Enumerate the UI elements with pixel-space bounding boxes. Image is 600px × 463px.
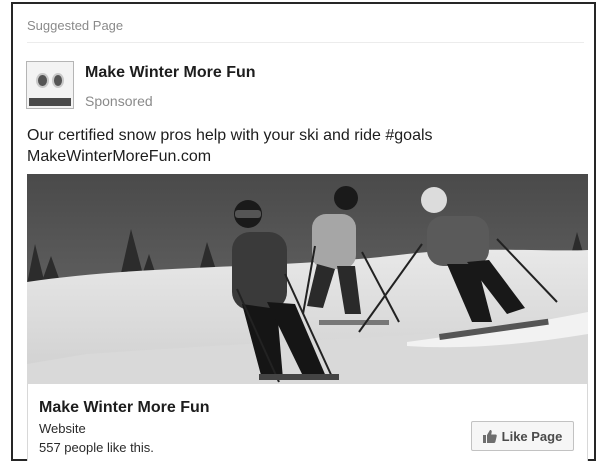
logo-icon <box>36 69 64 91</box>
thumbs-up-icon <box>482 429 497 443</box>
footer-page-type: Website <box>39 421 86 436</box>
suggested-page-label: Suggested Page <box>27 18 124 33</box>
sponsored-label: Sponsored <box>85 93 153 109</box>
ad-url-link[interactable]: MakeWinterMoreFun.com <box>27 146 433 167</box>
ad-text: Our certified snow pros help with your s… <box>27 125 433 167</box>
avatar-bar <box>29 98 71 106</box>
header-divider <box>27 42 584 43</box>
footer-page-name-link[interactable]: Make Winter More Fun <box>39 399 210 417</box>
page-avatar[interactable] <box>26 61 74 109</box>
page-info-footer: Make Winter More Fun Website 557 people … <box>27 384 588 461</box>
footer-likes-count: 557 people like this. <box>39 440 154 455</box>
like-page-label: Like Page <box>501 428 563 444</box>
page-name-link[interactable]: Make Winter More Fun <box>85 64 256 82</box>
skiers-photo[interactable] <box>27 174 588 384</box>
like-page-button[interactable]: Like Page <box>471 421 574 451</box>
ad-text-line-1: Our certified snow pros help with your s… <box>27 127 433 144</box>
suggested-page-card: Suggested Page Make Winter More Fun Spon… <box>11 2 596 461</box>
